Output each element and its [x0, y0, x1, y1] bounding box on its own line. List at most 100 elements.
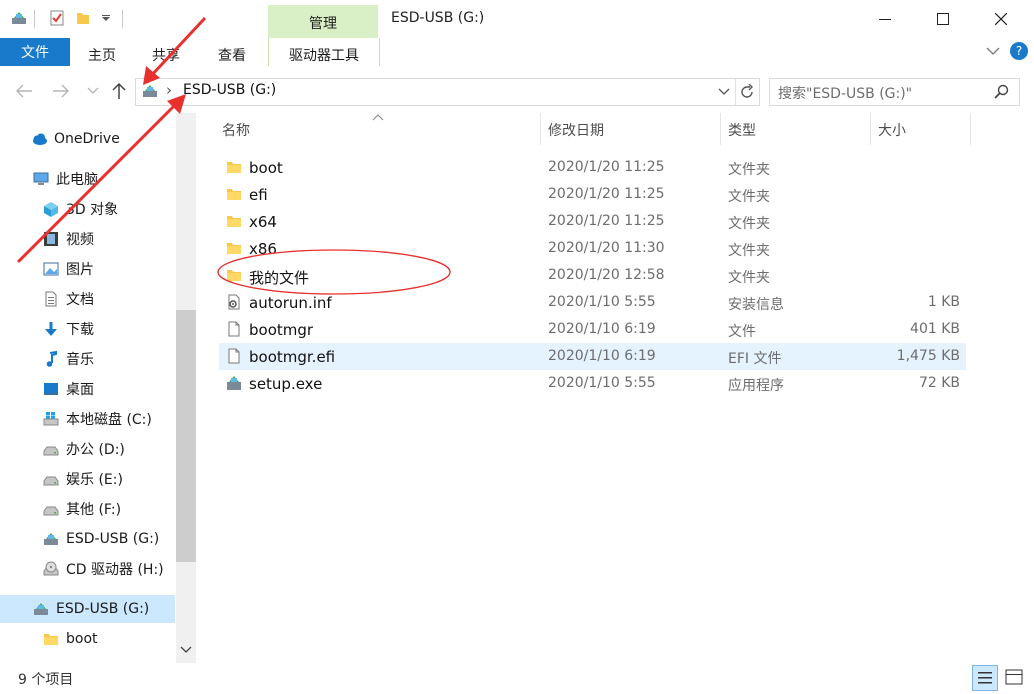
file-row[interactable]: boot 2020/1/20 11:25 文件夹	[219, 154, 966, 181]
sidebar-item[interactable]: OneDrive	[30, 125, 120, 153]
file-size: 401 KB	[910, 321, 960, 337]
search-icon[interactable]	[994, 84, 1010, 100]
file-row[interactable]: autorun.inf 2020/1/10 5:55 安装信息 1 KB	[219, 289, 966, 316]
sidebar-item[interactable]: 图片	[42, 255, 94, 283]
details-view-button[interactable]	[972, 665, 998, 691]
new-folder-icon[interactable]	[74, 9, 92, 27]
column-header-size[interactable]: 大小	[878, 120, 906, 140]
column-header-date[interactable]: 修改日期	[548, 120, 604, 140]
sidebar-item[interactable]: 文档	[42, 285, 94, 313]
sidebar-item-label: 3D 对象	[66, 202, 119, 218]
file-type: 文件夹	[728, 216, 770, 232]
help-icon[interactable]: ?	[1010, 42, 1028, 60]
minimize-icon	[879, 19, 891, 20]
file-row[interactable]: efi 2020/1/20 11:25 文件夹	[219, 181, 966, 208]
cd-drive-icon	[42, 560, 60, 578]
address-dropdown-icon[interactable]	[718, 87, 730, 97]
sidebar-item[interactable]: 桌面	[42, 375, 94, 403]
file-row[interactable]: x64 2020/1/20 11:25 文件夹	[219, 208, 966, 235]
refresh-icon[interactable]	[739, 84, 755, 100]
sidebar-item[interactable]: 下载	[42, 315, 94, 343]
toolbar-separator	[122, 10, 123, 28]
file-name: setup.exe	[249, 375, 323, 393]
file-type: 文件夹	[728, 189, 770, 205]
file-date: 2020/1/10 5:55	[548, 375, 656, 391]
sidebar-item[interactable]: 音乐	[42, 345, 94, 373]
sidebar-item-label: OneDrive	[54, 131, 120, 147]
sidebar-item[interactable]: 其他 (F:)	[42, 495, 121, 523]
column-divider[interactable]	[540, 113, 541, 145]
drive-icon	[42, 440, 60, 458]
ribbon-expand-icon[interactable]	[986, 46, 1000, 56]
sidebar-item[interactable]: CD 驱动器 (H:)	[42, 555, 164, 583]
large-icons-view-button[interactable]	[1002, 665, 1026, 689]
sidebar-item[interactable]: 视频	[42, 225, 94, 253]
column-header-name[interactable]: 名称	[222, 120, 250, 140]
file-size: 1 KB	[927, 294, 960, 310]
breadcrumb-item[interactable]: ESD-USB (G:)	[183, 82, 276, 98]
file-name: x64	[249, 213, 277, 231]
file-row[interactable]: 我的文件 2020/1/20 12:58 文件夹	[219, 262, 966, 289]
up-arrow-icon[interactable]	[111, 82, 127, 100]
folder-icon	[227, 270, 241, 281]
sidebar-item[interactable]: ESD-USB (G:)	[42, 525, 159, 553]
file-row[interactable]: bootmgr.efi 2020/1/10 6:19 EFI 文件 1,475 KB	[219, 343, 966, 370]
file-name: autorun.inf	[249, 294, 332, 312]
minimize-button[interactable]	[862, 0, 908, 38]
file-date: 2020/1/20 11:25	[548, 186, 665, 202]
back-arrow-icon[interactable]	[15, 83, 33, 99]
column-header-type[interactable]: 类型	[728, 120, 756, 140]
search-box[interactable]: 搜索"ESD-USB (G:)"	[769, 78, 1020, 106]
file-date: 2020/1/10 6:19	[548, 321, 656, 337]
search-input[interactable]: 搜索"ESD-USB (G:)"	[778, 83, 912, 103]
usb-drive-icon	[12, 12, 26, 24]
file-row[interactable]: bootmgr 2020/1/10 6:19 文件 401 KB	[219, 316, 966, 343]
close-icon	[995, 13, 1007, 25]
desktop-icon	[42, 380, 60, 398]
tab-home[interactable]: 主页	[88, 45, 116, 65]
file-name: efi	[249, 186, 268, 204]
chevron-down-icon[interactable]	[97, 9, 115, 27]
sidebar-item[interactable]: boot	[42, 625, 98, 653]
column-divider[interactable]	[970, 113, 971, 145]
close-button[interactable]	[978, 0, 1024, 38]
column-divider[interactable]	[870, 113, 871, 145]
file-name: 我的文件	[249, 269, 310, 287]
scroll-down-icon[interactable]	[180, 645, 192, 655]
forward-arrow-icon[interactable]	[52, 83, 70, 99]
file-type: 文件夹	[728, 270, 770, 286]
film-icon	[42, 230, 60, 248]
sidebar-item[interactable]: 办公 (D:)	[42, 435, 125, 463]
recent-locations-icon[interactable]	[87, 86, 99, 96]
sidebar-item-label: 娱乐 (E:)	[66, 472, 123, 488]
sidebar-item-label: 本地磁盘 (C:)	[66, 412, 152, 428]
sidebar-item[interactable]: 娱乐 (E:)	[42, 465, 123, 493]
folder-icon	[227, 162, 241, 173]
tab-file[interactable]: 文件	[0, 38, 70, 66]
column-divider[interactable]	[720, 113, 721, 145]
sidebar-item[interactable]: ESD-USB (G:)	[32, 595, 149, 623]
window-title: ESD-USB (G:)	[391, 10, 485, 26]
file-type: 文件夹	[728, 243, 770, 259]
file-name: bootmgr.efi	[249, 348, 336, 366]
folder-icon	[227, 243, 241, 254]
file-row[interactable]: x86 2020/1/20 11:30 文件夹	[219, 235, 966, 262]
folder-icon	[227, 216, 241, 227]
tab-drive-tools[interactable]: 驱动器工具	[268, 38, 380, 66]
breadcrumb-separator[interactable]: ›	[166, 81, 172, 99]
address-bar[interactable]: › ESD-USB (G:)	[135, 78, 760, 106]
sidebar-item-label: CD 驱动器 (H:)	[66, 562, 164, 578]
sidebar-item-label: 下载	[66, 322, 94, 338]
sort-ascending-icon	[372, 114, 384, 121]
tab-view[interactable]: 查看	[218, 45, 246, 65]
sidebar-item[interactable]: 此电脑	[32, 165, 98, 193]
file-row[interactable]: setup.exe 2020/1/10 5:55 应用程序 72 KB	[219, 370, 966, 397]
tab-share[interactable]: 共享	[152, 45, 180, 65]
properties-icon[interactable]	[48, 9, 66, 27]
file-type: 文件	[728, 324, 756, 340]
scrollbar-thumb[interactable]	[176, 310, 196, 562]
folder-icon	[42, 630, 60, 648]
maximize-button[interactable]	[920, 0, 966, 38]
sidebar-item[interactable]: 3D 对象	[42, 195, 118, 223]
sidebar-item[interactable]: 本地磁盘 (C:)	[42, 405, 152, 433]
